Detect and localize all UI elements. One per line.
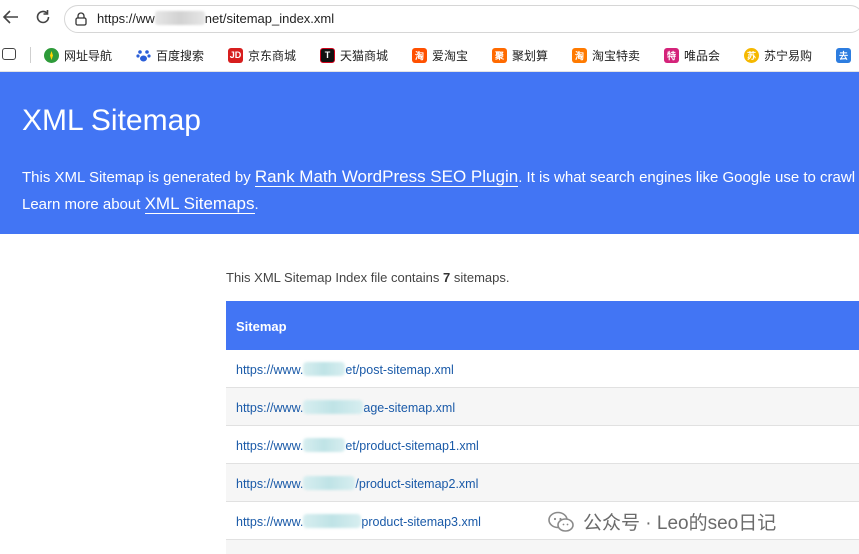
url-redaction: [303, 476, 356, 490]
table-row: https://www. age-sitemap.xml: [226, 388, 859, 426]
intro-text: Learn more about: [22, 196, 145, 213]
sitemap-link[interactable]: https://www. et/post-sitemap.xml: [236, 362, 454, 377]
bookmark-2[interactable]: JD 京东商城: [228, 46, 296, 64]
bookmark-label: 聚划算: [512, 48, 549, 63]
link-suffix: /product-sitemap2.xml: [355, 477, 479, 491]
juhuasuan-icon: 聚: [492, 47, 507, 63]
jd-icon: JD: [228, 47, 243, 63]
bookmark-label: 天猫商城: [340, 48, 389, 63]
bookmark-label: 苏宁易购: [764, 48, 813, 63]
intro-text: This XML Sitemap is generated by: [22, 169, 255, 186]
summary-text: This XML Sitemap Index file contains: [226, 270, 444, 285]
url-redaction: [303, 438, 346, 452]
sitemap-link[interactable]: https://www. /product-sitemap2.xml: [236, 476, 479, 491]
url-redaction: [303, 400, 364, 414]
sitemap-column-header: Sitemap: [226, 301, 859, 350]
watermark-text: 公众号 · Leo的seo日记: [583, 513, 777, 534]
link-suffix: et/post-sitemap.xml: [345, 363, 454, 377]
url-redaction: [303, 362, 346, 376]
url-prefix: https://ww: [97, 11, 155, 26]
sitemap-link[interactable]: https://www. age-sitemap.xml: [236, 400, 456, 415]
wechat-icon: [548, 511, 574, 532]
bookmark-9[interactable]: 去: [836, 46, 851, 64]
bookmark-label: 唯品会: [684, 48, 721, 63]
sitemap-summary: This XML Sitemap Index file contains 7 s…: [226, 270, 510, 285]
compass-icon: [44, 47, 59, 63]
aitaobao-icon: 淘: [412, 47, 427, 63]
sitemap-link[interactable]: https://www. product-sitemap3.xml: [236, 514, 481, 529]
tmall-icon: T: [320, 47, 335, 63]
bookmark-label: 京东商城: [248, 48, 297, 63]
bookmark-1[interactable]: 百度搜索: [136, 46, 204, 64]
intro-line-1: This XML Sitemap is generated by Rank Ma…: [22, 167, 859, 187]
bookmark-3[interactable]: T 天猫商城: [320, 46, 388, 64]
table-row: https://www. et/post-sitemap.xml: [226, 350, 859, 388]
link-prefix: https://www.: [236, 477, 304, 491]
bookmark-7[interactable]: 特 唯品会: [664, 46, 720, 64]
bookmark-8[interactable]: 苏 苏宁易购: [744, 46, 812, 64]
url-redaction: [154, 11, 205, 25]
lock-icon: [75, 12, 87, 26]
bookmark-0[interactable]: 网址导航: [44, 46, 112, 64]
link-suffix: age-sitemap.xml: [363, 401, 456, 415]
baidu-paw-icon: [136, 48, 151, 63]
bookmarks-bar: 网址导航 百度搜索 JD 京东商城 T 天猫商城 淘 爱淘宝 聚 聚划算 淘 淘…: [0, 38, 859, 72]
bookmark-label: 淘宝特卖: [592, 48, 641, 63]
url-suffix: net/sitemap_index.xml: [204, 11, 335, 26]
rank-math-link[interactable]: Rank Math WordPress SEO Plugin: [254, 167, 519, 187]
link-prefix: https://www.: [236, 363, 304, 377]
browser-toolbar: https://ww net/sitemap_index.xml: [0, 0, 859, 38]
bookmark-4[interactable]: 淘 爱淘宝: [412, 46, 468, 64]
vip-icon: 特: [664, 47, 679, 63]
bookmarks-divider: [30, 47, 31, 63]
header-banner: XML Sitemap This XML Sitemap is generate…: [0, 72, 859, 234]
bookmark-6[interactable]: 淘 淘宝特卖: [572, 46, 640, 64]
link-prefix: https://www.: [236, 515, 304, 529]
suning-icon: 苏: [744, 47, 759, 63]
xml-sitemaps-link[interactable]: XML Sitemaps: [144, 194, 255, 214]
sitemap-link[interactable]: https://www. et/product-sitemap1.xml: [236, 438, 479, 453]
url-text: https://ww net/sitemap_index.xml: [97, 11, 334, 26]
url-input[interactable]: https://ww net/sitemap_index.xml: [64, 5, 859, 33]
bookmark-label: 爱淘宝: [432, 48, 469, 63]
intro-text: . It is what search engines like Google …: [518, 169, 859, 186]
page-title: XML Sitemap: [22, 104, 201, 137]
url-redaction: [303, 514, 362, 528]
intro-line-2: Learn more about XML Sitemaps.: [22, 194, 259, 214]
link-suffix: et/product-sitemap1.xml: [345, 439, 479, 453]
table-row: https://www. et/product-sitemap1.xml: [226, 426, 859, 464]
table-row: https://www. /product-sitemap2.xml: [226, 464, 859, 502]
reload-icon[interactable]: [32, 8, 54, 30]
bookmark-label: 网址导航: [64, 48, 113, 63]
more-bookmark-icon: 去: [836, 47, 851, 63]
reading-mode-icon[interactable]: [2, 48, 16, 60]
link-prefix: https://www.: [236, 401, 304, 415]
table-row-partial: [226, 540, 859, 554]
bookmark-5[interactable]: 聚 聚划算: [492, 46, 548, 64]
back-arrow-icon[interactable]: [0, 8, 22, 30]
watermark: 公众号 · Leo的seo日记: [547, 508, 776, 535]
taobao-sale-icon: 淘: [572, 47, 587, 63]
link-suffix: product-sitemap3.xml: [361, 515, 481, 529]
bookmark-label: 百度搜索: [156, 48, 205, 63]
summary-text: sitemaps.: [450, 270, 510, 285]
link-prefix: https://www.: [236, 439, 304, 453]
intro-text: .: [254, 196, 259, 213]
